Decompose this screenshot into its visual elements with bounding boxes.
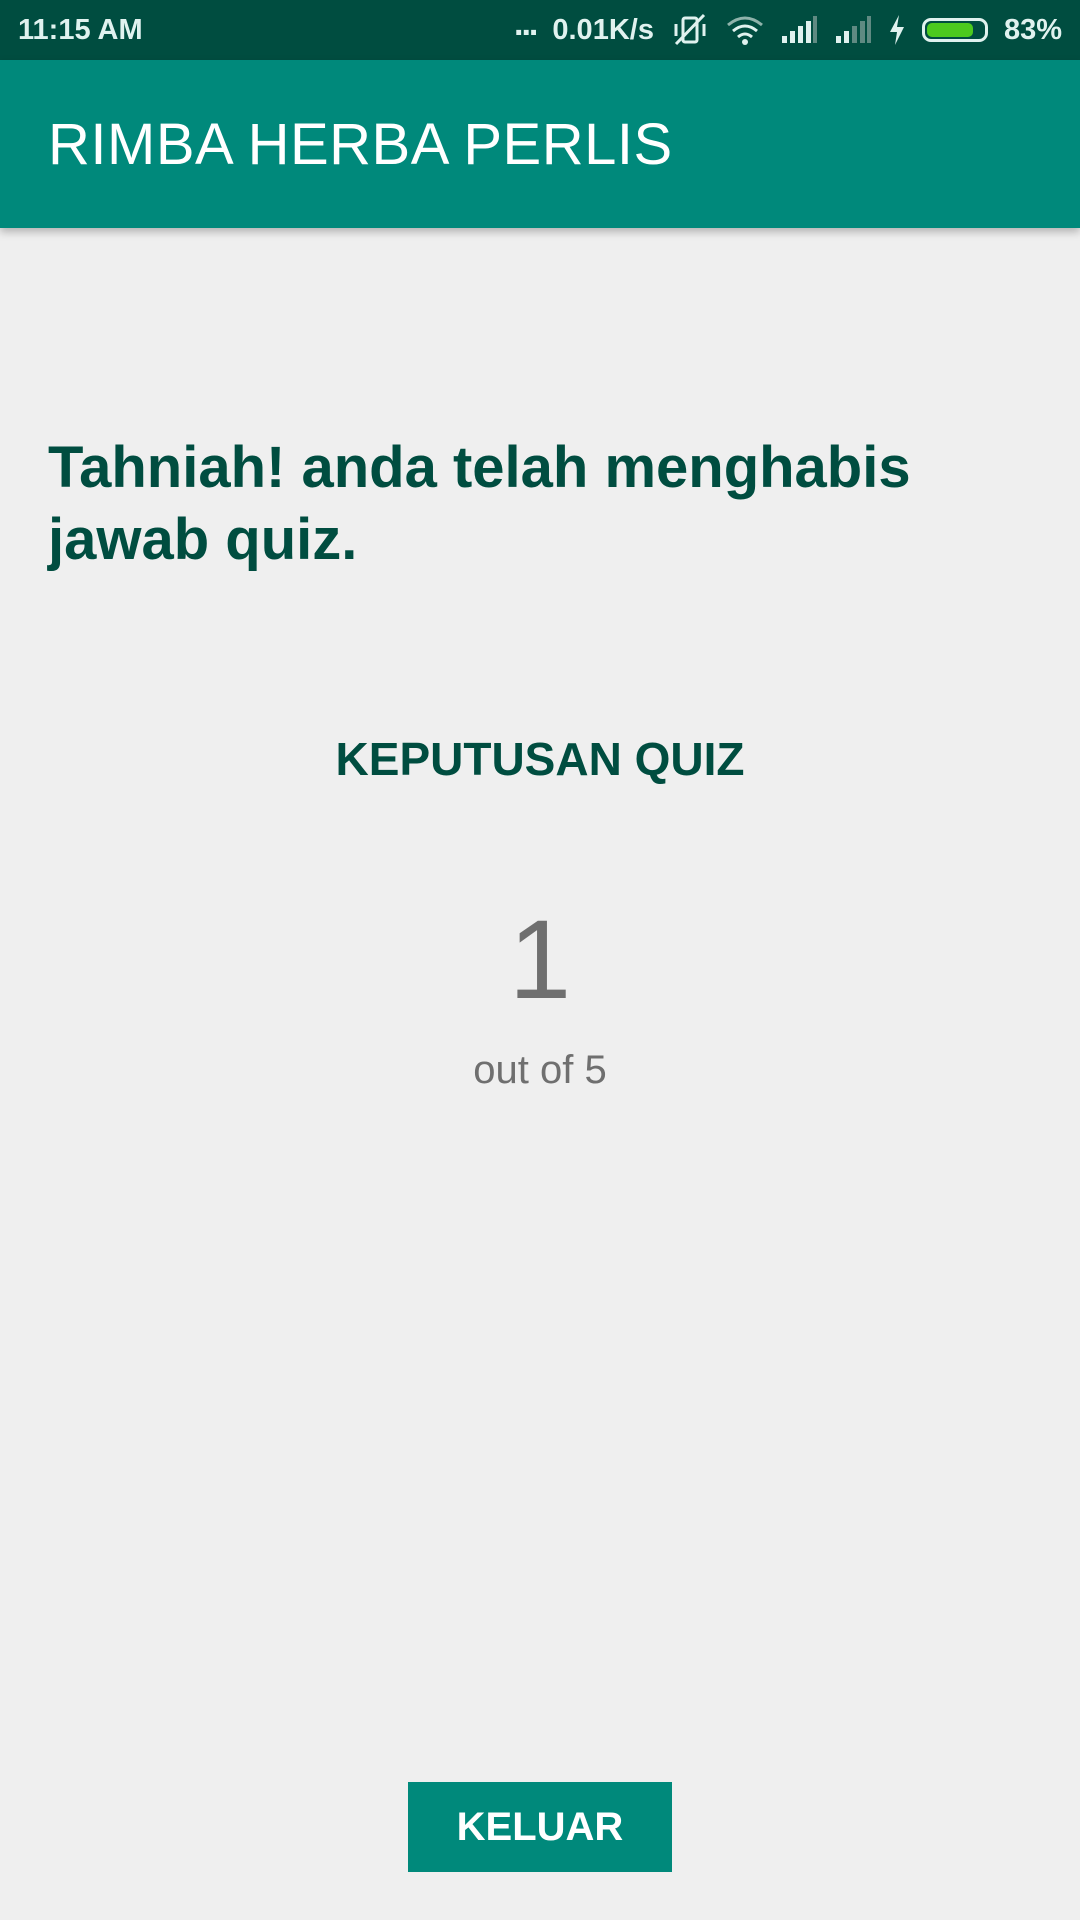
battery-body [921, 18, 988, 42]
exit-button[interactable]: KELUAR [408, 1782, 672, 1872]
status-bar: 11:15 AM ... 0.01K/s 83% [0, 0, 1080, 60]
status-time: 11:15 AM [18, 13, 143, 46]
battery-percent: 83% [1003, 13, 1062, 46]
result-title: KEPUTUSAN QUIZ [335, 733, 745, 785]
battery-fill [926, 23, 974, 37]
signal-icon [780, 16, 818, 44]
score-total: out of 5 [473, 1048, 607, 1092]
wifi-icon [726, 15, 764, 45]
network-dots: ... [514, 4, 538, 43]
battery-icon [921, 18, 988, 42]
congrats-message: Tahniah! anda telah menghabis jawab quiz… [48, 435, 911, 572]
app-title: RIMBA HERBA PERLIS [48, 111, 673, 177]
network-speed: 0.01K/s [552, 13, 654, 46]
score-value: 1 [508, 897, 572, 1022]
vibrate-off-icon [670, 12, 710, 48]
status-icons: ... 0.01K/s 83% [514, 5, 1062, 48]
app-bar: RIMBA HERBA PERLIS [0, 60, 1080, 228]
charging-icon [888, 14, 906, 46]
signal-icon [834, 16, 872, 44]
